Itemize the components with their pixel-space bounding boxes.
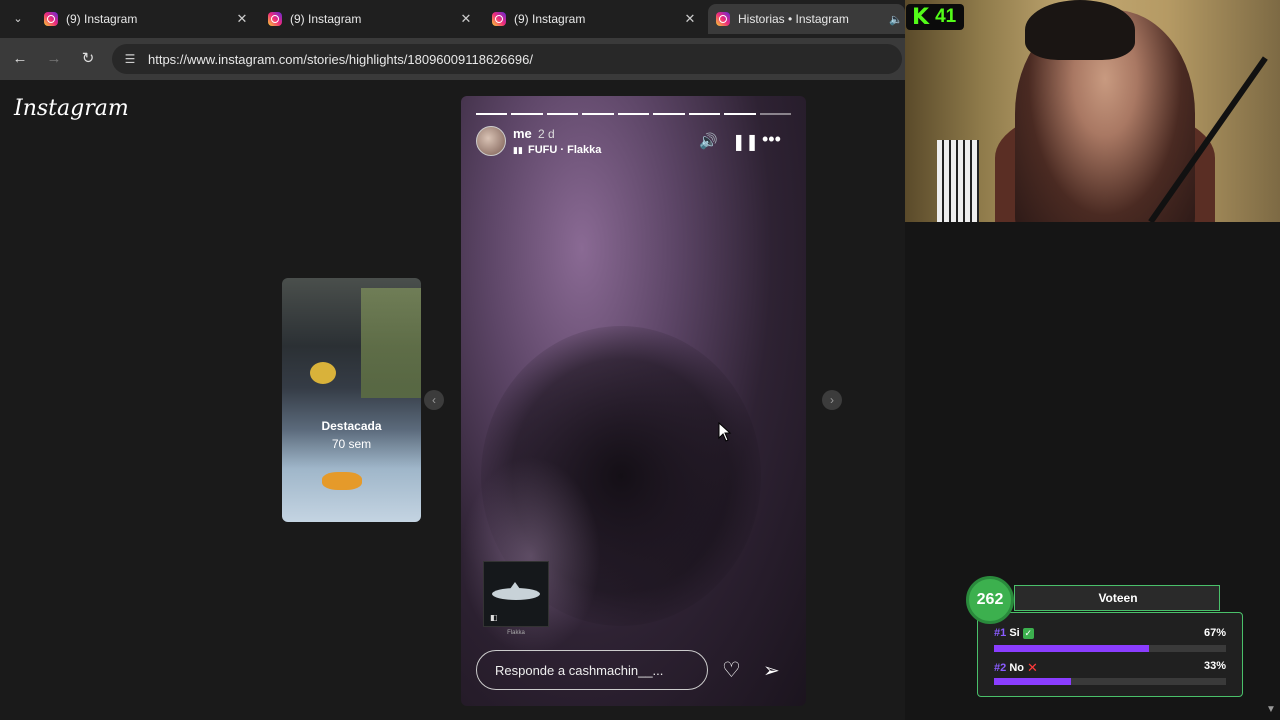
instagram-favicon-icon [44, 12, 58, 26]
progress-segment [511, 113, 543, 115]
poll-option-1-bar [994, 645, 1226, 652]
poll-header: Voteen [1014, 585, 1220, 611]
kick-logo-icon: K [912, 4, 930, 30]
story-progress-bar [476, 113, 791, 115]
poll-option-2-bar [994, 678, 1226, 685]
poll-title: Voteen [1098, 591, 1138, 605]
highlight-age: 70 sem [331, 437, 372, 451]
story-song[interactable]: FUFU · Flakka [528, 144, 601, 156]
viewer-count: 41 [935, 6, 957, 27]
next-story-chevron-icon[interactable]: › [822, 390, 842, 410]
music-sticker[interactable]: ◧ [483, 561, 549, 627]
previous-story-chevron-icon[interactable]: ‹ [424, 390, 444, 410]
close-tab-icon[interactable]: ✕ [458, 11, 474, 27]
tab-title: (9) Instagram [514, 12, 586, 26]
back-arrow-icon[interactable]: ← [10, 49, 30, 69]
poll-panel: #1 Si ✓ 67% #2 No ✕ 33% [977, 612, 1243, 697]
poll-option-1: #1 Si ✓ [994, 627, 1034, 639]
story-username[interactable]: me [513, 126, 532, 141]
streamer-hair [1025, 0, 1135, 60]
progress-segment [582, 113, 614, 115]
close-tab-icon[interactable]: ✕ [234, 11, 250, 27]
webcam-feed [905, 0, 1280, 222]
pause-icon[interactable]: ❚❚ [732, 132, 759, 152]
photo-orange [322, 472, 362, 490]
instagram-favicon-icon [492, 12, 506, 26]
music-bars-icon: ▮▮ [513, 145, 523, 155]
photo-grass [361, 288, 421, 398]
instagram-favicon-icon [268, 12, 282, 26]
sticker-logo-icon: ◧ [490, 613, 498, 622]
poll-option-2: #2 No ✕ [994, 660, 1038, 676]
poll-vote-count: 262 [966, 576, 1014, 624]
poll-bar-fill [994, 678, 1071, 685]
previous-highlight-card[interactable]: Destacada 70 sem [282, 278, 421, 522]
story-time: 2 d [538, 127, 555, 141]
progress-segment [476, 113, 508, 115]
highlight-title: Destacada [321, 419, 382, 433]
like-heart-icon[interactable]: ♡ [722, 658, 741, 683]
close-tab-icon[interactable]: ✕ [682, 11, 698, 27]
progress-segment [759, 113, 791, 115]
tab-search-chevron-icon[interactable]: ⌄ [8, 9, 28, 29]
progress-segment [688, 113, 721, 115]
reload-icon[interactable]: ↻ [78, 49, 98, 69]
browser-tab-strip: ⌄ (9) Instagram ✕ (9) Instagram ✕ (9) In… [0, 0, 905, 38]
progress-segment [617, 113, 650, 115]
volume-icon[interactable]: 🔊 [699, 132, 718, 150]
instagram-logo[interactable]: Instagram [14, 96, 129, 121]
tab-title: Historias • Instagram [738, 12, 849, 26]
browser-tab-1[interactable]: (9) Instagram ✕ [36, 4, 256, 34]
tab-title: (9) Instagram [66, 12, 138, 26]
more-options-icon[interactable]: ••• [762, 129, 781, 150]
speaker-icon[interactable]: 🔈 [889, 13, 903, 26]
scroll-down-arrow-icon[interactable]: ▼ [1266, 704, 1276, 715]
kick-viewer-badge: K 41 [906, 4, 964, 30]
progress-segment [653, 113, 685, 115]
instagram-favicon-icon [716, 12, 730, 26]
photo-cup [310, 362, 336, 384]
shark-image-icon [492, 582, 540, 600]
url-text: https://www.instagram.com/stories/highli… [148, 52, 533, 67]
option-rank: #1 [994, 627, 1007, 639]
story-viewer[interactable]: me 2 d ▮▮ FUFU · Flakka 🔊 ❚❚ ••• ◧ Flakk… [461, 96, 806, 706]
forward-arrow-icon[interactable]: → [44, 49, 64, 69]
tab-title: (9) Instagram [290, 12, 362, 26]
address-bar[interactable]: ☰ https://www.instagram.com/stories/high… [112, 44, 902, 74]
checkmark-icon: ✓ [1022, 627, 1034, 639]
browser-tab-active[interactable]: Historias • Instagram 🔈 [708, 4, 905, 34]
poll-option-2-pct: 33% [1203, 660, 1226, 672]
reply-placeholder: Responde a cashmachin__... [495, 663, 664, 678]
cross-icon: ✕ [1027, 660, 1038, 675]
keyboard-in-background [937, 140, 979, 222]
progress-segment [724, 113, 756, 115]
browser-tab-2[interactable]: (9) Instagram ✕ [260, 4, 480, 34]
screen: ⌄ (9) Instagram ✕ (9) Instagram ✕ (9) In… [0, 0, 1280, 720]
progress-segment [546, 113, 579, 115]
browser-toolbar: ← → ↻ ☰ https://www.instagram.com/storie… [0, 38, 905, 80]
reply-input[interactable]: Responde a cashmachin__... [476, 650, 708, 690]
poll-bar-fill [994, 645, 1150, 652]
site-settings-icon[interactable]: ☰ [122, 51, 138, 67]
send-icon[interactable]: ➢ [763, 658, 780, 683]
mouse-cursor-icon [718, 422, 732, 442]
browser-tab-3[interactable]: (9) Instagram ✕ [484, 4, 704, 34]
option-label: No [1009, 661, 1024, 674]
option-rank: #2 [994, 661, 1007, 674]
poll-option-1-pct: 67% [1203, 627, 1226, 639]
option-label: Si [1009, 627, 1020, 639]
sticker-caption: Flakka [507, 630, 525, 636]
avatar[interactable] [476, 126, 506, 156]
